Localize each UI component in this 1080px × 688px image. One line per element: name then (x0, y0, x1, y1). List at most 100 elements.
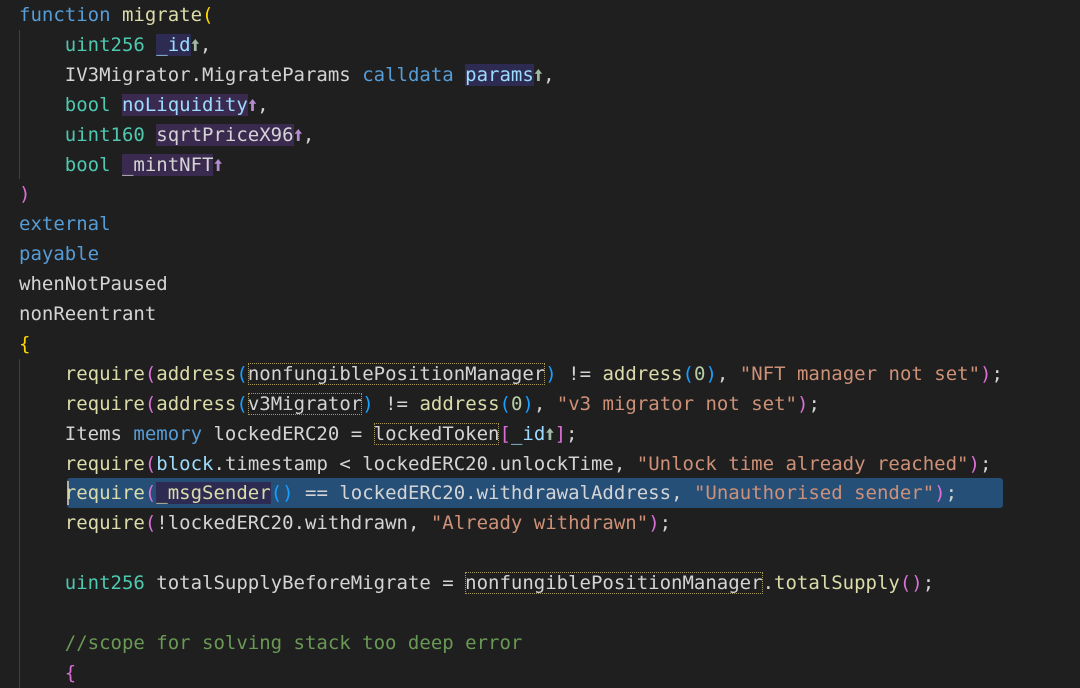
code-token: != (373, 392, 420, 415)
code-text: ) (19, 179, 30, 209)
code-token: ( (144, 362, 157, 385)
code-line[interactable]: require(!lockedERC20.withdrawn, "Already… (0, 508, 1080, 538)
code-token: () (270, 482, 294, 505)
code-line[interactable] (0, 598, 1080, 628)
arrow-up-icon: 🠩 (533, 65, 544, 86)
code-line[interactable] (0, 538, 1080, 568)
code-text: require(block.timestamp < lockedERC20.un… (19, 449, 992, 479)
code-line[interactable]: { (0, 329, 1080, 359)
code-line[interactable]: //scope for solving stack too deep error (0, 628, 1080, 658)
code-token: _id (510, 422, 546, 445)
code-token: !lockedERC20.withdrawn, (156, 512, 431, 535)
code-text: external (19, 209, 111, 239)
code-text: payable (19, 239, 99, 269)
code-line[interactable]: ) (0, 179, 1080, 209)
code-token: ) (19, 183, 31, 206)
code-token: _msgSender (156, 482, 271, 505)
code-token: memory (133, 422, 214, 445)
code-text: uint256 _id🠩, (19, 30, 211, 61)
code-line[interactable]: external (0, 209, 1080, 239)
code-token: v3Migrator (247, 392, 363, 415)
code-line[interactable]: uint160 sqrtPriceX96🠩, (0, 120, 1080, 150)
code-token: "v3 migrator not set" (556, 392, 797, 415)
code-line[interactable]: Items memory lockedERC20 = lockedToken[_… (0, 419, 1080, 449)
code-token: require (64, 452, 145, 475)
code-token: ) (968, 452, 980, 475)
code-line[interactable]: function migrate( (0, 0, 1080, 30)
code-line[interactable]: bool _mintNFT🠩 (0, 150, 1080, 180)
code-token: payable (19, 243, 100, 266)
code-token: ( (202, 4, 214, 26)
code-text: //scope for solving stack too deep error (19, 628, 523, 658)
code-text: require(_msgSender() == lockedERC20.with… (19, 478, 957, 508)
code-token: lockedToken (373, 422, 500, 445)
code-token: totalSupply (774, 572, 900, 595)
code-token: address (156, 392, 237, 415)
code-token: ) (522, 392, 534, 415)
code-token: , (716, 362, 740, 385)
code-token: != (556, 362, 603, 385)
code-token: Items (64, 422, 134, 445)
code-line[interactable]: whenNotPaused (0, 269, 1080, 299)
code-token: ( (144, 512, 157, 535)
code-token: ; (659, 512, 672, 535)
code-line[interactable]: uint256 _id🠩, (0, 30, 1080, 60)
code-line[interactable]: require(address(nonfungiblePositionManag… (0, 359, 1080, 389)
code-text: bool _mintNFT🠩 (19, 150, 223, 181)
code-line[interactable]: require(block.timestamp < lockedERC20.un… (0, 449, 1080, 479)
code-token: bool (64, 93, 122, 116)
code-token: nonReentrant (19, 303, 157, 325)
code-text: { (19, 329, 30, 359)
code-token: bool (64, 153, 122, 176)
code-token: , (257, 93, 269, 116)
code-token: ; (808, 392, 820, 415)
code-text: uint256 totalSupplyBeforeMigrate = nonfu… (19, 568, 934, 598)
code-token: require (64, 512, 145, 535)
code-token: block (156, 452, 214, 475)
code-text: IV3Migrator.MigrateParams calldata param… (19, 60, 555, 91)
code-line[interactable]: uint256 totalSupplyBeforeMigrate = nonfu… (0, 568, 1080, 598)
code-token: ) (980, 362, 992, 385)
code-line[interactable]: payable (0, 239, 1080, 269)
code-token: function (19, 4, 122, 26)
code-text: bool noLiquidity🠩, (19, 90, 269, 121)
code-token: "Already withdrawn" (430, 512, 649, 535)
code-token: ( (236, 362, 248, 385)
code-text: function migrate( (19, 0, 213, 30)
code-token: . (762, 572, 775, 595)
code-line[interactable]: IV3Migrator.MigrateParams calldata param… (0, 60, 1080, 90)
code-token: nonfungiblePositionManager (465, 572, 763, 595)
code-text: nonReentrant (19, 299, 156, 329)
code-token: require (64, 362, 145, 385)
code-token: ) (705, 362, 717, 385)
code-token: require (64, 392, 145, 415)
code-token: , (199, 33, 212, 56)
code-line[interactable]: nonReentrant (0, 299, 1080, 329)
code-token: _id (156, 33, 191, 56)
code-token: address (419, 392, 500, 415)
code-token: ) (545, 362, 557, 385)
code-line[interactable]: { (0, 658, 1080, 688)
code-line[interactable]: bool noLiquidity🠩, (0, 90, 1080, 120)
code-text: { (19, 658, 76, 688)
arrow-up-icon: 🠩 (190, 35, 200, 56)
code-editor[interactable]: function migrate( uint256 _id🠩, IV3Migra… (0, 0, 1080, 688)
arrow-up-icon: 🠩 (247, 95, 258, 116)
code-token: sqrtPriceX96 (156, 123, 294, 146)
code-token: ; (945, 482, 958, 505)
code-line[interactable]: require(_msgSender() == lockedERC20.with… (0, 478, 1080, 509)
code-token: ( (144, 392, 157, 415)
code-line[interactable]: require(address(v3Migrator) != address(0… (0, 389, 1080, 419)
code-token: uint256 (64, 572, 157, 595)
code-token: .timestamp < lockedERC20.unlockTime, (213, 452, 637, 475)
code-token: ; (922, 572, 935, 595)
code-token: _mintNFT (121, 153, 214, 176)
code-text: require(!lockedERC20.withdrawn, "Already… (19, 508, 671, 538)
